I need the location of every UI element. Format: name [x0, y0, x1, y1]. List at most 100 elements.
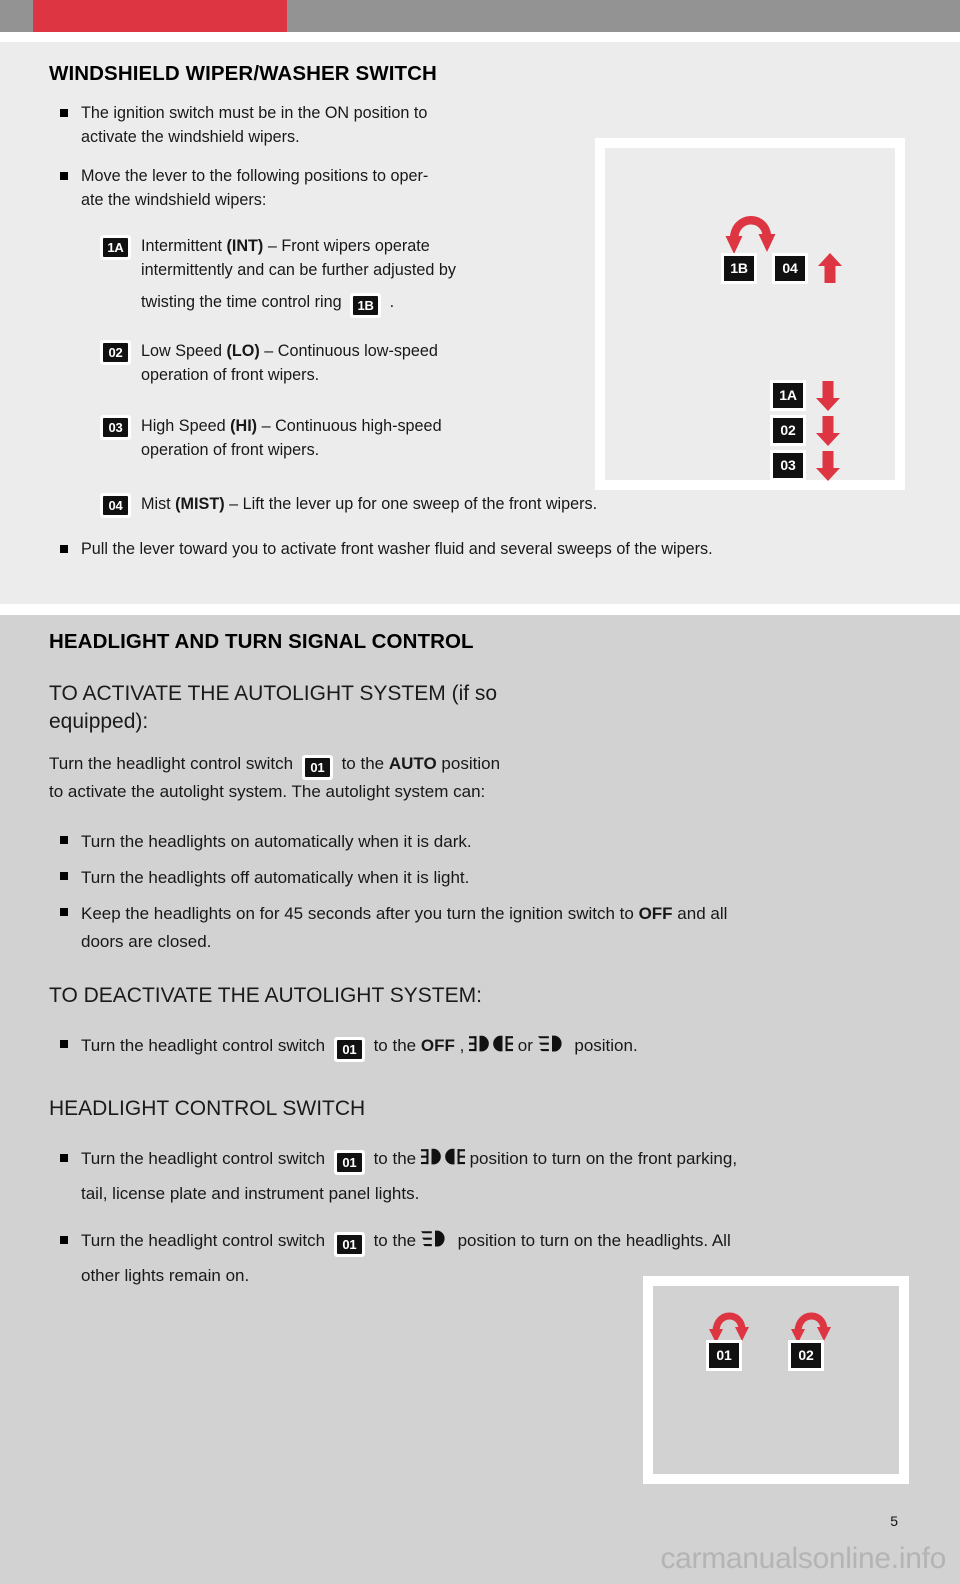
- paragraph-text: position: [436, 754, 501, 773]
- paragraph-text: to the: [341, 754, 389, 773]
- bullet-square-icon: [60, 836, 68, 844]
- bullet-line: and all: [672, 904, 728, 923]
- bullet-line: doors are closed.: [81, 931, 212, 951]
- bullet-square-icon: [60, 1236, 68, 1244]
- bullet-line: activate the windshield wipers.: [81, 127, 300, 146]
- bullet-line: tail, license plate and instrument panel…: [81, 1184, 420, 1204]
- parking-light-icon: [469, 1034, 514, 1063]
- bullet-item: Turn the headlight control switch 01 to …: [60, 1143, 935, 1211]
- switch-badge-01: 01: [336, 1153, 362, 1172]
- position-text: operation of front wipers.: [141, 440, 320, 459]
- bullet-item: Turn the headlight control switch 01 to …: [60, 1032, 930, 1063]
- bullet-line: The ignition switch must be in the ON po…: [81, 104, 428, 122]
- bullet-item: The ignition switch must be in the ON po…: [60, 102, 550, 149]
- position-badge-03: 03: [103, 418, 128, 437]
- headlight-section: HEADLIGHT AND TURN SIGNAL CONTROL TO ACT…: [0, 615, 960, 1584]
- heading-line: TO ACTIVATE THE AUTOLIGHT SYSTEM (if so: [49, 682, 498, 705]
- heading-line: equipped):: [49, 709, 149, 733]
- paragraph-text: Turn the headlight control switch: [49, 754, 294, 773]
- figure-badge-1a: 1A: [773, 383, 803, 408]
- parking-light-icon: [420, 1146, 465, 1178]
- headlight-switch-diagram: 01 02: [643, 1276, 909, 1484]
- section-divider: [0, 604, 960, 615]
- position-text-bold: (HI): [230, 417, 258, 435]
- switch-badge-01: 01: [336, 1040, 362, 1059]
- figure-badge-03: 03: [773, 453, 803, 478]
- bullet-line: position.: [574, 1036, 638, 1055]
- position-text: intermittently and can be further adjust…: [141, 260, 456, 279]
- position-text-bold: (LO): [226, 342, 260, 360]
- figure-badge-01: 01: [709, 1343, 739, 1368]
- bullet-square-icon: [60, 1040, 68, 1048]
- bullet-line: Move the lever to the following position…: [81, 167, 429, 185]
- bullet-line: or: [517, 1036, 533, 1055]
- bullet-line: other lights remain on.: [81, 1266, 250, 1286]
- bullet-square-icon: [60, 872, 68, 880]
- header-accent-bar: [33, 0, 287, 32]
- position-text: – Front wipers operate: [263, 237, 430, 255]
- position-text: .: [389, 293, 395, 312]
- position-text: operation of front wipers.: [141, 365, 320, 384]
- bullet-square-icon: [60, 908, 68, 916]
- bullet-line: Keep the headlights on for 45 seconds af…: [81, 904, 639, 923]
- bullet-line: ate the windshield wipers:: [81, 190, 267, 209]
- position-text: – Lift the lever up for one sweep of the…: [224, 495, 598, 513]
- bullet-line: ,: [454, 1036, 465, 1055]
- bullet-item: Turn the headlights off automatically wh…: [60, 864, 620, 892]
- bullet-line: position to turn on the front parking,: [469, 1149, 738, 1168]
- bullet-square-icon: [60, 109, 68, 117]
- bullet-line-bold: OFF: [420, 1036, 455, 1055]
- wiper-position-02: 02 Low Speed (LO) – Continuous low-speed…: [103, 340, 563, 387]
- position-text: Low Speed: [141, 342, 227, 360]
- position-text: – Continuous low-speed: [259, 342, 438, 360]
- position-badge-1a: 1A: [103, 238, 128, 257]
- figure-badge-04: 04: [775, 256, 805, 281]
- activate-autolight-paragraph: Turn the headlight control switch 01 to …: [49, 750, 629, 805]
- position-text: Mist: [141, 495, 176, 513]
- bullet-line: Turn the headlights off automatically wh…: [81, 868, 470, 887]
- page-number: 5: [890, 1513, 898, 1529]
- windshield-wiper-section: WINDSHIELD WIPER/WASHER SWITCH The ignit…: [0, 42, 960, 604]
- bullet-item: Turn the headlights on automatically whe…: [60, 828, 620, 856]
- header-divider: [0, 32, 960, 42]
- bullet-item: Pull the lever toward you to activate fr…: [60, 538, 920, 562]
- bullet-line: Turn the headlights on automatically whe…: [81, 832, 472, 851]
- position-text: twisting the time control ring: [141, 293, 342, 312]
- figure-badge-1b: 1B: [724, 256, 754, 281]
- headlight-section-title: HEADLIGHT AND TURN SIGNAL CONTROL: [49, 630, 474, 653]
- position-text: High Speed: [141, 417, 231, 435]
- wiper-position-1a: 1A Intermittent (INT) – Front wipers ope…: [103, 235, 563, 316]
- header-gray-bar: [0, 0, 960, 32]
- bullet-line-bold: OFF: [638, 904, 673, 923]
- position-text-bold: (MIST): [175, 495, 225, 513]
- paragraph-text: to activate the autolight system. The au…: [49, 781, 486, 801]
- position-badge-1b: 1B: [353, 296, 379, 316]
- paragraph-text-bold: AUTO: [388, 754, 437, 773]
- bullet-line: Turn the headlight control switch: [81, 1036, 326, 1055]
- watermark: carmanualsonline.info: [660, 1542, 946, 1575]
- headlight-icon: [537, 1034, 570, 1063]
- bullet-line: to the: [373, 1036, 421, 1055]
- bullet-item: Keep the headlights on for 45 seconds af…: [60, 900, 930, 955]
- up-arrow-icon: [818, 253, 842, 288]
- figure-badge-02: 02: [773, 418, 803, 443]
- bullet-line: to the: [373, 1231, 417, 1250]
- switch-badge-01: 01: [304, 758, 330, 777]
- bullet-square-icon: [60, 172, 68, 180]
- headlight-control-switch-heading: HEADLIGHT CONTROL SWITCH: [49, 1097, 366, 1120]
- bullet-square-icon: [60, 1154, 68, 1162]
- down-arrow-icon: [816, 416, 840, 451]
- position-text: – Continuous high-speed: [257, 417, 442, 435]
- wiper-position-03: 03 High Speed (HI) – Continuous high-spe…: [103, 415, 563, 462]
- bullet-line: Turn the headlight control switch: [81, 1149, 326, 1168]
- down-arrow-icon: [816, 381, 840, 416]
- down-arrow-icon: [816, 451, 840, 486]
- wiper-position-04: 04 Mist (MIST) – Lift the lever up for o…: [103, 493, 893, 517]
- position-badge-04: 04: [103, 496, 128, 515]
- wiper-lever-diagram: 1B 04 1A 02 03: [595, 138, 905, 490]
- position-badge-02: 02: [103, 343, 128, 362]
- bullet-line: Pull the lever toward you to activate fr…: [81, 540, 713, 558]
- deactivate-autolight-heading: TO DEACTIVATE THE AUTOLIGHT SYSTEM:: [49, 984, 482, 1007]
- bullet-item: Move the lever to the following position…: [60, 165, 550, 212]
- bullet-line: to the: [373, 1149, 417, 1168]
